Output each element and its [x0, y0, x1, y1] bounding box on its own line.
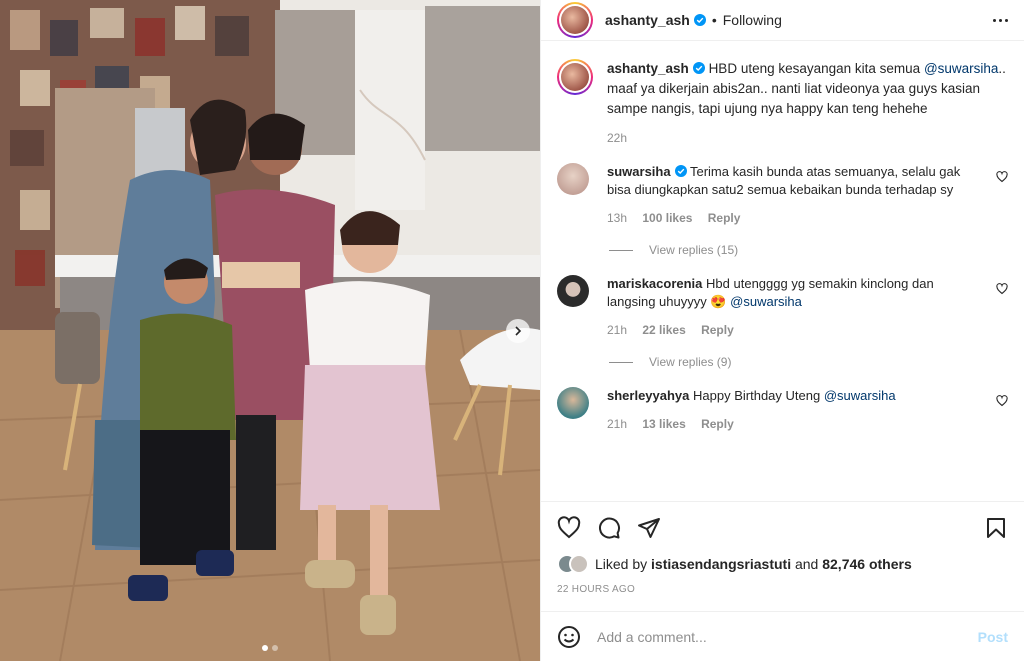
comment-item: sherleyyahya Happy Birthday Uteng @suwar… — [557, 387, 1008, 431]
likes-middle: and — [791, 556, 823, 572]
verified-badge-icon — [692, 62, 705, 74]
post-header: ashanty_ash • Following — [541, 0, 1024, 41]
comments-section: ashanty_ash HBD uteng kesayangan kita se… — [541, 41, 1024, 501]
likes-summary: Liked by istiasendangsriastuti and 82,74… — [557, 554, 1008, 574]
like-comment-heart-icon[interactable] — [996, 171, 1008, 183]
comment-username[interactable]: sherleyyahya — [607, 388, 689, 403]
view-replies-button[interactable]: View replies (15) — [609, 243, 1008, 257]
like-comment-heart-icon[interactable] — [996, 395, 1008, 407]
comment-mention[interactable]: @suwarsiha — [824, 388, 896, 403]
liker-username[interactable]: istiasendangsriastuti — [651, 556, 791, 572]
comment-content: Happy Birthday Uteng — [693, 388, 824, 403]
like-comment-heart-icon[interactable] — [996, 283, 1008, 295]
replies-divider — [609, 361, 633, 363]
commenter-avatar[interactable] — [557, 387, 589, 419]
action-icons — [557, 514, 1008, 542]
next-photo-button[interactable] — [506, 319, 530, 343]
add-comment-bar: Post — [541, 611, 1024, 661]
post-side-panel: ashanty_ash • Following ashanty_ash HBD … — [540, 0, 1024, 661]
view-replies-label: View replies (9) — [649, 355, 732, 369]
caption-meta: 22h — [607, 131, 1007, 145]
post-caption: ashanty_ash HBD uteng kesayangan kita se… — [557, 59, 1008, 145]
like-heart-icon[interactable] — [557, 516, 581, 540]
caption-content: HBD uteng kesayangan kita semua — [708, 61, 924, 76]
comment-likes[interactable]: 22 likes — [642, 323, 685, 337]
view-replies-button[interactable]: View replies (9) — [609, 355, 1008, 369]
comment-time[interactable]: 21h — [607, 417, 627, 431]
author-username[interactable]: ashanty_ash — [605, 12, 690, 28]
comment-meta: 13h 100 likes Reply — [607, 211, 977, 225]
carousel-dot-active — [262, 645, 268, 651]
comment-bubble-icon[interactable] — [597, 516, 621, 540]
chevron-right-icon — [515, 326, 522, 336]
more-options-icon[interactable] — [993, 18, 1008, 22]
share-paper-plane-icon[interactable] — [637, 516, 661, 540]
caption-mention[interactable]: @suwarsiha — [924, 61, 998, 76]
heart-eyes-emoji: 😍 — [710, 294, 727, 309]
instagram-post: ashanty_ash • Following ashanty_ash HBD … — [0, 0, 1024, 661]
comment-text: mariskacorenia Hbd utengggg yg semakin k… — [607, 275, 977, 311]
comment-input[interactable] — [597, 628, 978, 645]
caption-avatar[interactable] — [557, 59, 593, 95]
caption-text: ashanty_ash HBD uteng kesayangan kita se… — [607, 59, 1007, 119]
post-actions: Liked by istiasendangsriastuti and 82,74… — [541, 501, 1024, 611]
reply-button[interactable]: Reply — [701, 417, 734, 431]
emoji-smiley-icon[interactable] — [557, 625, 581, 649]
following-button[interactable]: Following — [723, 12, 782, 28]
comment-meta: 21h 13 likes Reply — [607, 417, 977, 431]
separator-dot: • — [711, 12, 717, 28]
commenter-avatar[interactable] — [557, 163, 589, 195]
carousel-indicator — [0, 645, 540, 651]
comment-time[interactable]: 13h — [607, 211, 627, 225]
post-photo[interactable] — [0, 0, 540, 661]
likes-prefix: Liked by — [595, 556, 648, 572]
comment-text: sherleyyahya Happy Birthday Uteng @suwar… — [607, 387, 977, 405]
photo-scene — [0, 0, 540, 661]
carousel-dot — [272, 645, 278, 651]
comment-mention[interactable]: @suwarsiha — [730, 294, 802, 309]
reply-button[interactable]: Reply — [701, 323, 734, 337]
comment-item: suwarsiha Terima kasih bunda atas semuan… — [557, 163, 1008, 225]
comment-time[interactable]: 21h — [607, 323, 627, 337]
comment-username[interactable]: mariskacorenia — [607, 276, 702, 291]
liker-avatar — [569, 554, 589, 574]
view-replies-label: View replies (15) — [649, 243, 739, 257]
comment-username[interactable]: suwarsiha — [607, 164, 671, 179]
commenter-avatar[interactable] — [557, 275, 589, 307]
verified-badge-icon — [674, 165, 687, 177]
save-bookmark-icon[interactable] — [984, 516, 1008, 540]
verified-badge-icon — [693, 14, 706, 26]
comment-item: mariskacorenia Hbd utengggg yg semakin k… — [557, 275, 1008, 337]
caption-username[interactable]: ashanty_ash — [607, 61, 689, 76]
comment-meta: 21h 22 likes Reply — [607, 323, 977, 337]
replies-divider — [609, 249, 633, 251]
reply-button[interactable]: Reply — [708, 211, 741, 225]
comment-likes[interactable]: 100 likes — [642, 211, 692, 225]
post-time-ago[interactable]: 22 HOURS AGO — [557, 584, 1008, 595]
post-comment-button[interactable]: Post — [978, 629, 1008, 645]
comment-text: suwarsiha Terima kasih bunda atas semuan… — [607, 163, 977, 199]
caption-time[interactable]: 22h — [607, 131, 627, 145]
liker-avatars[interactable] — [557, 554, 589, 574]
comment-likes[interactable]: 13 likes — [642, 417, 685, 431]
likes-count[interactable]: 82,746 others — [822, 556, 912, 572]
author-avatar[interactable] — [557, 2, 593, 38]
